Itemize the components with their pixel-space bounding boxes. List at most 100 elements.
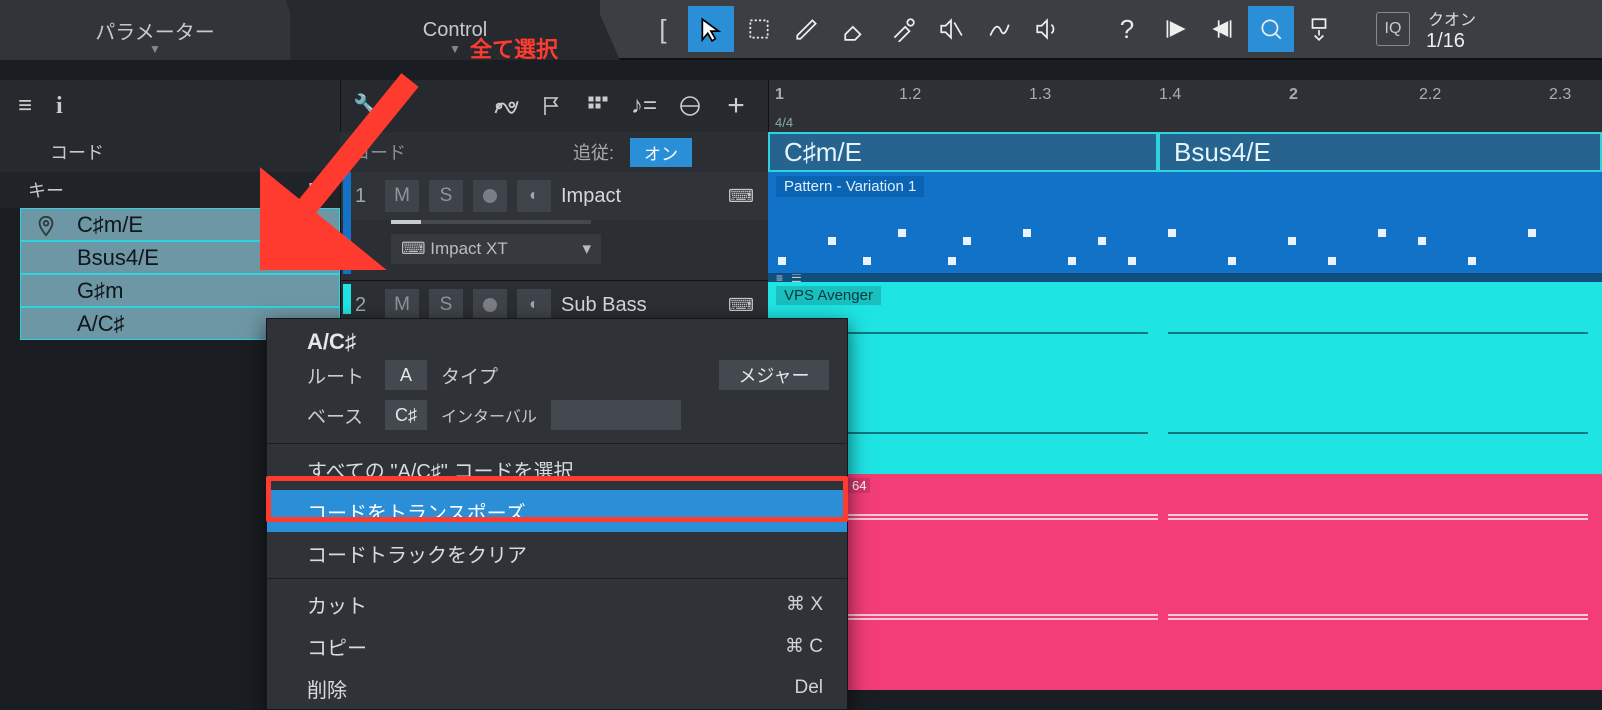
clip-pink[interactable]: 64 bbox=[768, 474, 1602, 690]
menu-item-label: 削除 bbox=[307, 674, 347, 703]
context-menu-title: A/C♯ bbox=[307, 329, 829, 355]
hamburger-icon[interactable]: ≡ bbox=[18, 92, 32, 120]
eraser-tool[interactable] bbox=[832, 6, 878, 52]
note-icon[interactable]: ♪= bbox=[624, 86, 664, 126]
chevron-down-icon: ▼ bbox=[149, 42, 161, 56]
annotation-select-all: 全て選択 bbox=[470, 32, 558, 64]
clip-impact[interactable]: Pattern - Variation 1 bbox=[768, 172, 1602, 274]
flag-icon[interactable] bbox=[532, 86, 572, 126]
record-arm-button[interactable] bbox=[473, 180, 507, 212]
range-tool[interactable] bbox=[736, 6, 782, 52]
paint-tool[interactable] bbox=[880, 6, 926, 52]
menu-clear-chord-track[interactable]: コードトラックをクリア bbox=[267, 532, 847, 574]
clip-badge: 64 bbox=[848, 478, 870, 493]
menu-item-label: コードトラックをクリア bbox=[307, 539, 527, 568]
monitor-button[interactable]: ◐ bbox=[517, 180, 551, 212]
track-color-strip bbox=[343, 284, 351, 314]
interval-value[interactable] bbox=[551, 400, 681, 430]
clip-label: VPS Avenger bbox=[776, 286, 881, 305]
chord-block[interactable]: C♯m/E bbox=[768, 132, 1158, 172]
keyboard-icon[interactable]: ⌨ bbox=[728, 295, 754, 316]
snap-start-icon[interactable] bbox=[1152, 6, 1198, 52]
track-number: 1 bbox=[355, 185, 375, 208]
clip-subbass[interactable]: VPS Avenger nger bbox=[768, 282, 1602, 474]
monitor-button[interactable]: ◐ bbox=[517, 289, 551, 321]
chord-list-item[interactable]: G♯m bbox=[20, 274, 340, 307]
tab-parameter-label: パラメーター bbox=[95, 16, 214, 45]
snap-end-icon[interactable] bbox=[1200, 6, 1246, 52]
listen-tool[interactable] bbox=[1024, 6, 1070, 52]
track-color-strip bbox=[343, 172, 351, 274]
pencil-tool[interactable] bbox=[784, 6, 830, 52]
track-number: 2 bbox=[355, 294, 375, 317]
timeline-ruler[interactable]: 1 1.2 1.3 1.4 2 2.2 2.3 4/4 bbox=[768, 80, 1602, 132]
auto-scroll-icon[interactable] bbox=[1296, 6, 1342, 52]
top-toolbar: パラメーター ▼ Control ▼ [ ? bbox=[0, 0, 1602, 60]
bass-label: ベース bbox=[307, 402, 371, 429]
mute-button[interactable]: M bbox=[385, 289, 419, 321]
track-header[interactable]: 1 M S ◐ Impact ⌨ bbox=[341, 172, 768, 220]
menu-select-all-chords[interactable]: すべての "A/C♯" コードを選択 bbox=[267, 448, 847, 490]
track-sub: ⌨ Impact XT ▾ bbox=[341, 220, 768, 274]
menu-delete[interactable]: 削除Del bbox=[267, 667, 847, 709]
clip-label: Pattern - Variation 1 bbox=[776, 176, 924, 197]
menu-item-label: カット bbox=[307, 590, 367, 619]
tab-parameter[interactable]: パラメーター ▼ bbox=[0, 0, 310, 60]
key-value: E bbox=[308, 180, 320, 201]
chord-item-label: C♯m/E bbox=[77, 212, 143, 238]
bracket-icon[interactable]: [ bbox=[640, 6, 686, 52]
iq-label: IQ bbox=[1385, 20, 1402, 38]
grid-icon[interactable] bbox=[578, 86, 618, 126]
key-label: キー bbox=[28, 177, 64, 203]
solo-button[interactable]: S bbox=[429, 180, 463, 212]
record-arm-button[interactable] bbox=[473, 289, 507, 321]
arrangement-area[interactable]: Pattern - Variation 1 ≡ ☰ VPS Avenger ng… bbox=[768, 172, 1602, 690]
menu-item-label: コードをトランスポーズ bbox=[307, 497, 526, 526]
follow-toggle[interactable]: オン bbox=[630, 138, 692, 167]
chord-list-item[interactable]: C♯m/E bbox=[20, 208, 340, 241]
instrument-name: Impact XT bbox=[430, 239, 507, 258]
quantize-toggle[interactable] bbox=[1248, 6, 1294, 52]
chord-item-label: G♯m bbox=[77, 278, 123, 304]
chord-item-label: Bsus4/E bbox=[77, 245, 159, 271]
mute-tool[interactable] bbox=[928, 6, 974, 52]
menu-item-label: すべての "A/C♯" コードを選択 bbox=[307, 455, 573, 484]
menu-transpose-chords[interactable]: コードをトランスポーズ bbox=[267, 490, 847, 532]
help-icon[interactable]: ? bbox=[1104, 6, 1150, 52]
chord-list-item[interactable]: Bsus4/E bbox=[20, 241, 340, 274]
plus-icon[interactable]: + bbox=[716, 86, 756, 126]
track-name: Impact bbox=[561, 185, 718, 208]
chord-block[interactable]: Bsus4/E bbox=[1158, 132, 1602, 172]
wrench-icon[interactable]: 🔧 bbox=[353, 93, 380, 119]
track-header-tools: 🔧 ♪= + bbox=[340, 80, 768, 132]
solo-button[interactable]: S bbox=[429, 289, 463, 321]
ruler-tick: 2.2 bbox=[1419, 86, 1441, 104]
ruler-tick: 1.3 bbox=[1029, 86, 1051, 104]
midi-notes bbox=[768, 215, 1602, 267]
mute-button[interactable]: M bbox=[385, 180, 419, 212]
inspector-header: ≡ i bbox=[0, 80, 340, 132]
arrow-tool[interactable] bbox=[688, 6, 734, 52]
pin-icon bbox=[35, 215, 57, 237]
info-icon[interactable]: i bbox=[56, 93, 63, 120]
quantize-value[interactable]: 1/16 bbox=[1426, 30, 1465, 53]
automation-line-icon[interactable] bbox=[486, 86, 526, 126]
chord-track-blocks: C♯m/E Bsus4/E bbox=[768, 132, 1602, 172]
shortcut: ⌘ X bbox=[786, 593, 823, 616]
keyboard-icon[interactable]: ⌨ bbox=[728, 186, 754, 207]
type-label: タイプ bbox=[441, 362, 498, 389]
bend-tool[interactable] bbox=[976, 6, 1022, 52]
type-value[interactable]: メジャー bbox=[719, 360, 829, 390]
bass-value[interactable]: C♯ bbox=[385, 400, 427, 430]
instrument-selector[interactable]: ⌨ Impact XT ▾ bbox=[391, 234, 601, 264]
root-value[interactable]: A bbox=[385, 360, 427, 390]
tempo-icon[interactable] bbox=[670, 86, 710, 126]
context-menu: A/C♯ ルート A タイプ メジャー ベース C♯ インターバル すべての "… bbox=[266, 318, 848, 710]
menu-copy[interactable]: コピー⌘ C bbox=[267, 625, 847, 667]
interval-label: インターバル bbox=[441, 403, 537, 427]
shortcut: ⌘ C bbox=[785, 635, 823, 658]
iq-button[interactable]: IQ bbox=[1376, 12, 1410, 46]
tab-control[interactable]: Control ▼ bbox=[290, 0, 620, 60]
menu-cut[interactable]: カット ⌘ X bbox=[267, 583, 847, 625]
volume-slider[interactable] bbox=[391, 220, 591, 224]
